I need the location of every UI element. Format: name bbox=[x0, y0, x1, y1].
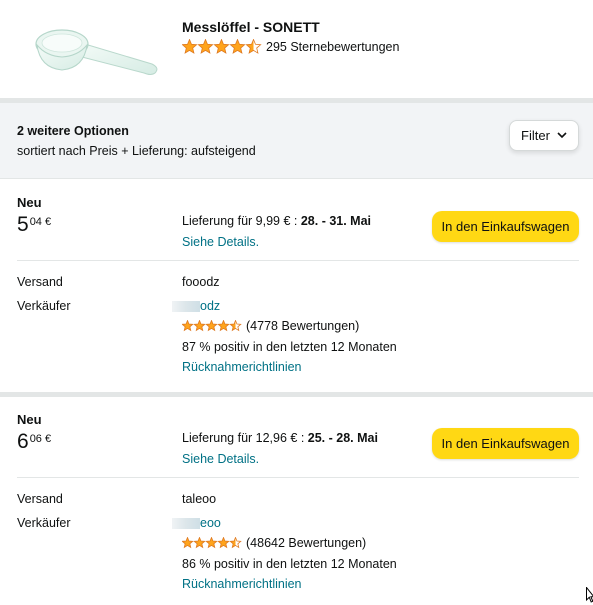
price-whole: 5 bbox=[17, 213, 29, 236]
add-to-cart-button[interactable]: In den Einkaufswagen bbox=[432, 211, 579, 242]
product-title[interactable]: Messlöffel - SONETT bbox=[182, 19, 320, 35]
seller-label: Verkäufer bbox=[17, 299, 71, 313]
star-icon bbox=[193, 320, 206, 332]
price: 5 04 € bbox=[17, 213, 51, 237]
seller-name-link[interactable]: eoo bbox=[172, 516, 221, 530]
filter-label: Filter bbox=[521, 128, 550, 143]
shipping-label: Versand bbox=[17, 492, 63, 506]
star-icon bbox=[213, 39, 230, 54]
seller-rating-count: (48642 Bewertungen) bbox=[246, 536, 367, 550]
seller-name: odz bbox=[200, 299, 221, 313]
seller-name-link[interactable]: odz bbox=[172, 299, 220, 313]
seller-name: eoo bbox=[200, 516, 221, 530]
shipping-value: fooodz bbox=[182, 275, 220, 289]
options-title: 2 weitere Optionen bbox=[17, 124, 129, 138]
filter-button[interactable]: Filter bbox=[509, 120, 579, 151]
seller-rating-count: (4778 Bewertungen) bbox=[246, 319, 360, 333]
star-rating-icon bbox=[182, 537, 242, 549]
star-icon bbox=[205, 537, 218, 549]
star-icon bbox=[182, 537, 194, 549]
star-icon bbox=[217, 537, 230, 549]
star-icon bbox=[193, 537, 206, 549]
offer-item: Neu 6 06 € Lieferung für 12,96 € : 25. -… bbox=[0, 397, 593, 605]
delivery-info: Lieferung für 9,99 € : 28. - 31. Mai bbox=[182, 214, 371, 228]
mouse-cursor-icon bbox=[586, 587, 593, 603]
shipping-value: taleoo bbox=[182, 492, 217, 506]
condition-label: Neu bbox=[17, 195, 42, 210]
shipping-label: Versand bbox=[17, 275, 63, 289]
divider bbox=[17, 260, 579, 261]
price: 6 06 € bbox=[17, 430, 51, 454]
star-icon bbox=[182, 39, 198, 54]
seller-rating[interactable]: (48642 Bewertungen) bbox=[182, 536, 366, 550]
see-details-link[interactable]: Siehe Details. bbox=[182, 452, 259, 466]
measuring-spoon-image[interactable] bbox=[34, 20, 160, 82]
add-to-cart-button[interactable]: In den Einkaufswagen bbox=[432, 428, 579, 459]
star-icon bbox=[182, 320, 194, 332]
price-fraction: 04 € bbox=[29, 216, 52, 228]
sort-description: sortiert nach Preis + Lieferung: aufstei… bbox=[17, 144, 256, 158]
delivery-info: Lieferung für 12,96 € : 25. - 28. Mai bbox=[182, 431, 378, 445]
star-icon bbox=[245, 39, 262, 54]
rating-count[interactable]: 295 Sternebewertungen bbox=[266, 40, 399, 54]
star-rating-icon bbox=[182, 320, 242, 332]
product-rating[interactable]: 295 Sternebewertungen bbox=[182, 39, 399, 55]
star-icon bbox=[217, 320, 230, 332]
options-bar: 2 weitere Optionen sortiert nach Preis +… bbox=[0, 103, 593, 179]
divider bbox=[17, 477, 579, 478]
chevron-down-icon bbox=[557, 132, 567, 139]
star-icon bbox=[205, 320, 218, 332]
price-fraction: 06 € bbox=[29, 433, 52, 445]
seller-label: Verkäufer bbox=[17, 516, 71, 530]
star-icon bbox=[229, 320, 242, 332]
delivery-prefix: Lieferung für 12,96 € : bbox=[182, 431, 308, 445]
returns-policy-link[interactable]: Rücknahmerichtlinien bbox=[182, 360, 302, 374]
delivery-dates: 28. - 31. Mai bbox=[300, 214, 372, 228]
see-details-link[interactable]: Siehe Details. bbox=[182, 235, 259, 249]
price-whole: 6 bbox=[17, 430, 29, 453]
redacted-seller-name bbox=[172, 517, 200, 529]
star-icon bbox=[197, 39, 214, 54]
offer-item: Neu 5 04 € Lieferung für 9,99 € : 28. - … bbox=[0, 180, 593, 392]
redacted-seller-name bbox=[172, 300, 200, 312]
star-rating-icon bbox=[182, 39, 262, 55]
star-icon bbox=[229, 39, 246, 54]
positive-feedback: 86 % positiv in den letzten 12 Monaten bbox=[182, 557, 397, 571]
product-header: Messlöffel - SONETT 295 Sternebewertunge… bbox=[0, 0, 593, 98]
seller-rating[interactable]: (4778 Bewertungen) bbox=[182, 319, 359, 333]
delivery-prefix: Lieferung für 9,99 € : bbox=[182, 214, 301, 228]
returns-policy-link[interactable]: Rücknahmerichtlinien bbox=[182, 577, 302, 591]
positive-feedback: 87 % positiv in den letzten 12 Monaten bbox=[182, 340, 397, 354]
star-icon bbox=[229, 537, 242, 549]
condition-label: Neu bbox=[17, 412, 42, 427]
delivery-dates: 25. - 28. Mai bbox=[307, 431, 378, 445]
